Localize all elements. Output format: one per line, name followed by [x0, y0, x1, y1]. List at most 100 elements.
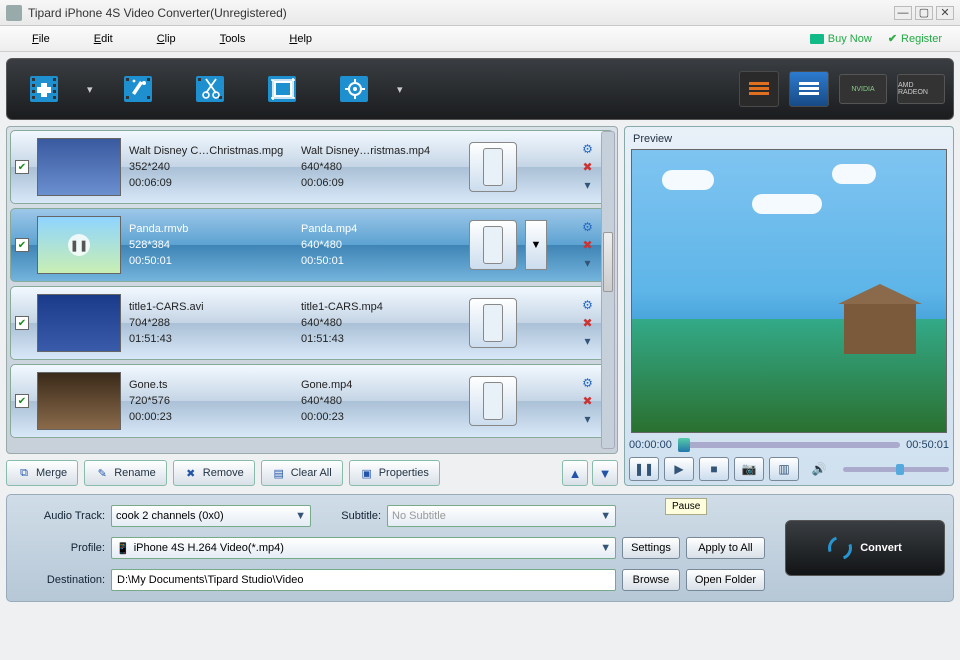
remove-button[interactable]: ✖Remove — [173, 460, 255, 486]
phone-icon — [483, 382, 503, 420]
table-row[interactable]: ✔❚❚Panda.rmvb528*38400:50:01Panda.mp4640… — [10, 208, 614, 282]
clear-all-button[interactable]: ▤Clear All — [261, 460, 343, 486]
audio-track-label: Audio Track: — [15, 510, 105, 522]
chevron-down-icon: ▼ — [600, 510, 611, 522]
time-end: 00:50:01 — [906, 439, 949, 451]
convert-button[interactable]: Convert — [785, 520, 945, 576]
menu-clip[interactable]: Clip — [135, 29, 198, 49]
file-list: ✔Walt Disney C…Christmas.mpg352*24000:06… — [6, 126, 618, 454]
add-file-button[interactable] — [15, 68, 77, 110]
volume-slider[interactable] — [843, 467, 949, 472]
menu-file[interactable]: File — [10, 29, 72, 49]
phone-icon — [483, 304, 503, 342]
row-source-meta: Gone.ts720*57600:00:23 — [129, 377, 293, 425]
main-toolbar: ▾ ▾ NVIDIA AMD RADEON — [6, 58, 954, 120]
settings-dropdown[interactable]: ▾ — [397, 83, 409, 96]
profile-settings-button[interactable]: Settings — [622, 537, 680, 559]
preview-panel: Preview 00:00:00 00:50:01 ❚❚ ▶ ■ 📷 ▥ 🔊 — [624, 126, 954, 486]
open-folder-button[interactable]: Open Folder — [686, 569, 765, 591]
row-settings-icon[interactable]: ⚙ — [580, 220, 595, 235]
row-checkbox[interactable]: ✔ — [15, 316, 29, 330]
subtitle-combo[interactable]: No Subtitle▼ — [387, 505, 616, 527]
amd-badge[interactable]: AMD RADEON — [897, 74, 945, 104]
row-remove-icon[interactable]: ✖ — [580, 316, 595, 331]
profile-label: Profile: — [15, 542, 105, 554]
rename-button[interactable]: ✎Rename — [84, 460, 167, 486]
time-current: 00:00:00 — [629, 439, 672, 451]
menu-bar: File Edit Clip Tools Help Buy Now ✔Regis… — [0, 26, 960, 52]
pencil-icon: ✎ — [95, 466, 109, 480]
row-thumbnail: ❚❚ — [37, 216, 121, 274]
register-link[interactable]: ✔Register — [880, 30, 950, 47]
scrollbar[interactable] — [601, 131, 615, 449]
row-output-meta: Walt Disney…ristmas.mp4640*48000:06:09 — [301, 143, 461, 191]
pause-button[interactable]: ❚❚ — [629, 457, 659, 481]
row-device[interactable] — [469, 298, 517, 348]
seek-slider[interactable] — [678, 442, 900, 448]
table-row[interactable]: ✔Walt Disney C…Christmas.mpg352*24000:06… — [10, 130, 614, 204]
row-checkbox[interactable]: ✔ — [15, 394, 29, 408]
trim-button[interactable] — [181, 68, 243, 110]
menu-help[interactable]: Help — [267, 29, 334, 49]
play-button[interactable]: ▶ — [664, 457, 694, 481]
nvidia-badge[interactable]: NVIDIA — [839, 74, 887, 104]
subtitle-label: Subtitle: — [317, 510, 381, 522]
audio-track-combo[interactable]: cook 2 channels (0x0)▼ — [111, 505, 311, 527]
minimize-button[interactable]: — — [894, 6, 912, 20]
table-row[interactable]: ✔ Gone.ts720*57600:00:23Gone.mp4640*48000… — [10, 364, 614, 438]
table-row[interactable]: ✔title1-CARS.avi704*28801:51:43title1-CA… — [10, 286, 614, 360]
row-settings-icon[interactable]: ⚙ — [580, 376, 595, 391]
row-output-meta: Gone.mp4640*48000:00:23 — [301, 377, 461, 425]
crop-button[interactable] — [253, 68, 315, 110]
merge-button[interactable]: ⧉Merge — [6, 460, 78, 486]
row-remove-icon[interactable]: ✖ — [580, 160, 595, 175]
close-button[interactable]: ✕ — [936, 6, 954, 20]
row-source-meta: title1-CARS.avi704*28801:51:43 — [129, 299, 293, 347]
convert-icon — [824, 532, 856, 564]
row-device[interactable] — [469, 142, 517, 192]
move-down-button[interactable]: ▼ — [592, 460, 618, 486]
row-remove-icon[interactable]: ✖ — [580, 394, 595, 409]
scrollbar-thumb[interactable] — [603, 232, 613, 292]
phone-icon — [483, 226, 503, 264]
list-buttons: ⧉Merge ✎Rename ✖Remove ▤Clear All ▣Prope… — [6, 460, 618, 486]
effect-button[interactable] — [109, 68, 171, 110]
row-expand-icon[interactable]: ▾ — [580, 334, 595, 349]
preview-image — [631, 149, 947, 433]
menu-edit[interactable]: Edit — [72, 29, 135, 49]
row-checkbox[interactable]: ✔ — [15, 160, 29, 174]
settings-button[interactable] — [325, 68, 387, 110]
row-settings-icon[interactable]: ⚙ — [580, 298, 595, 313]
row-expand-icon[interactable]: ▾ — [580, 256, 595, 271]
remove-icon: ✖ — [184, 466, 198, 480]
browse-button[interactable]: Browse — [622, 569, 680, 591]
snapshot-folder-button[interactable]: ▥ — [769, 457, 799, 481]
row-settings-icon[interactable]: ⚙ — [580, 142, 595, 157]
row-source-meta: Panda.rmvb528*38400:50:01 — [129, 221, 293, 269]
snapshot-button[interactable]: 📷 — [734, 457, 764, 481]
properties-button[interactable]: ▣Properties — [349, 460, 440, 486]
row-expand-icon[interactable]: ▾ — [580, 412, 595, 427]
apply-all-button[interactable]: Apply to All — [686, 537, 765, 559]
row-device[interactable] — [469, 220, 517, 270]
detail-view-button[interactable] — [789, 71, 829, 107]
row-thumbnail — [37, 294, 121, 352]
move-up-button[interactable]: ▲ — [562, 460, 588, 486]
list-view-button[interactable] — [739, 71, 779, 107]
settings-bar: Audio Track: cook 2 channels (0x0)▼ Subt… — [6, 494, 954, 602]
row-thumbnail — [37, 372, 121, 430]
maximize-button[interactable]: ▢ — [915, 6, 933, 20]
row-device[interactable] — [469, 376, 517, 426]
menu-tools[interactable]: Tools — [198, 29, 268, 49]
mute-button[interactable]: 🔊 — [804, 457, 834, 481]
row-checkbox[interactable]: ✔ — [15, 238, 29, 252]
row-expand-icon[interactable]: ▾ — [580, 178, 595, 193]
stop-button[interactable]: ■ — [699, 457, 729, 481]
row-remove-icon[interactable]: ✖ — [580, 238, 595, 253]
profile-combo[interactable]: 📱iPhone 4S H.264 Video(*.mp4)▼ — [111, 537, 616, 559]
row-device-dropdown[interactable]: ▼ — [525, 220, 547, 270]
add-file-dropdown[interactable]: ▾ — [87, 83, 99, 96]
destination-input[interactable]: D:\My Documents\Tipard Studio\Video — [111, 569, 616, 591]
buy-now-link[interactable]: Buy Now — [802, 31, 880, 47]
file-list-panel: ✔Walt Disney C…Christmas.mpg352*24000:06… — [6, 126, 618, 486]
